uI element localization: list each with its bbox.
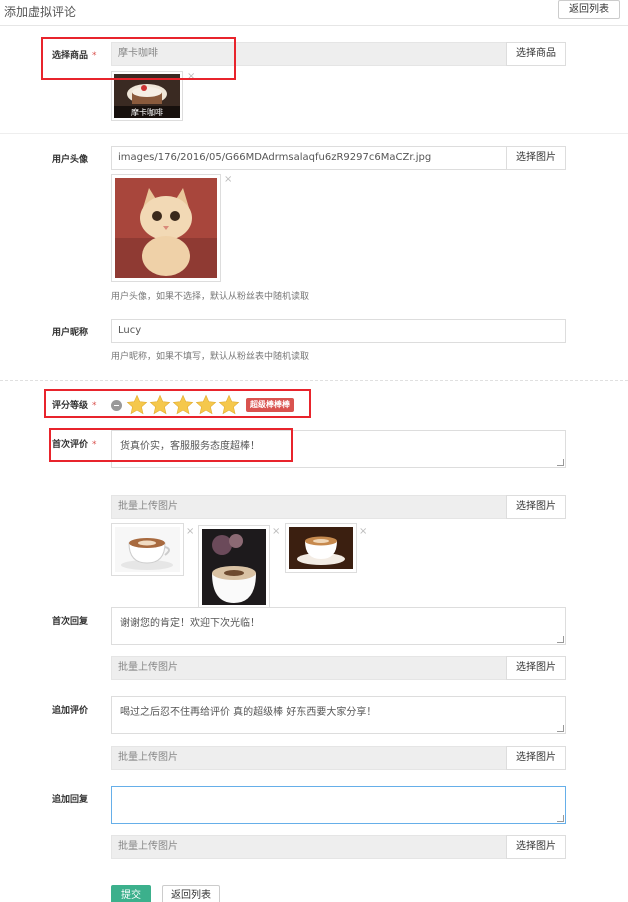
coffee-cup-image: [115, 527, 180, 572]
avatar-thumbnail: [111, 174, 221, 282]
review-image-2: [198, 525, 270, 609]
back-to-list-button[interactable]: 返回列表: [162, 885, 220, 902]
page-title: 添加虚拟评论: [4, 5, 77, 19]
first-review-upload-input[interactable]: 批量上传图片: [111, 495, 507, 519]
first-review-select-image-button[interactable]: 选择图片: [506, 495, 566, 519]
resize-handle-icon[interactable]: [557, 815, 564, 822]
select-goods-button[interactable]: 选择商品: [506, 42, 566, 66]
resize-handle-icon[interactable]: [557, 725, 564, 732]
nickname-label: 用户昵称: [52, 328, 89, 338]
first-reply-upload-input[interactable]: 批量上传图片: [111, 656, 507, 680]
section-divider: [0, 133, 628, 134]
append-reply-label: 追加回复: [52, 795, 89, 805]
submit-button[interactable]: 提交: [111, 885, 151, 902]
append-reply-select-image-button[interactable]: 选择图片: [506, 835, 566, 859]
append-review-upload-input[interactable]: 批量上传图片: [111, 746, 507, 770]
append-review-textarea[interactable]: 喝过之后忍不住再给评价 真的超级棒 好东西要大家分享！: [111, 696, 566, 734]
first-reply-label: 首次回复: [52, 617, 89, 627]
highlight-goods: [41, 37, 236, 80]
nickname-input[interactable]: Lucy: [111, 319, 566, 343]
select-avatar-button[interactable]: 选择图片: [506, 146, 566, 170]
append-review-label: 追加评价: [52, 706, 89, 716]
back-to-list-button-top[interactable]: 返回列表: [558, 0, 620, 19]
remove-review-image-3-icon[interactable]: ×: [359, 526, 367, 537]
goods-thumb-caption: 摩卡咖啡: [131, 107, 163, 117]
kitten-image: [115, 178, 217, 278]
section-divider-dashed: [0, 380, 628, 381]
append-reply-upload-input[interactable]: 批量上传图片: [111, 835, 507, 859]
remove-review-image-2-icon[interactable]: ×: [272, 526, 280, 537]
coffee-cake-image: 摩卡咖啡: [114, 74, 180, 118]
avatar-path-input[interactable]: images/176/2016/05/G66MDAdrmsalaqfu6zR92…: [111, 146, 507, 170]
first-reply-textarea[interactable]: 谢谢您的肯定！欢迎下次光临！: [111, 607, 566, 645]
header-divider: [0, 25, 628, 26]
resize-handle-icon[interactable]: [557, 636, 564, 643]
remove-review-image-1-icon[interactable]: ×: [186, 526, 194, 537]
latte-art-image: [202, 529, 266, 605]
review-image-1: [111, 523, 184, 576]
avatar-help-text: 用户头像，如果不选择，默认从粉丝表中随机读取: [111, 292, 310, 302]
remove-avatar-icon[interactable]: ×: [224, 174, 232, 185]
resize-handle-icon[interactable]: [557, 459, 564, 466]
cappuccino-image: [289, 527, 353, 569]
avatar-label: 用户头像: [52, 155, 89, 165]
nickname-help-text: 用户昵称，如果不填写，默认从粉丝表中随机读取: [111, 352, 310, 362]
append-reply-textarea[interactable]: [111, 786, 566, 824]
append-review-text: 喝过之后忍不住再给评价 真的超级棒 好东西要大家分享！: [120, 707, 377, 718]
first-reply-text: 谢谢您的肯定！欢迎下次光临！: [120, 618, 260, 629]
append-review-select-image-button[interactable]: 选择图片: [506, 746, 566, 770]
highlight-rating: [44, 389, 311, 418]
highlight-first-review: [49, 428, 293, 462]
review-image-3: [285, 523, 357, 573]
first-reply-select-image-button[interactable]: 选择图片: [506, 656, 566, 680]
